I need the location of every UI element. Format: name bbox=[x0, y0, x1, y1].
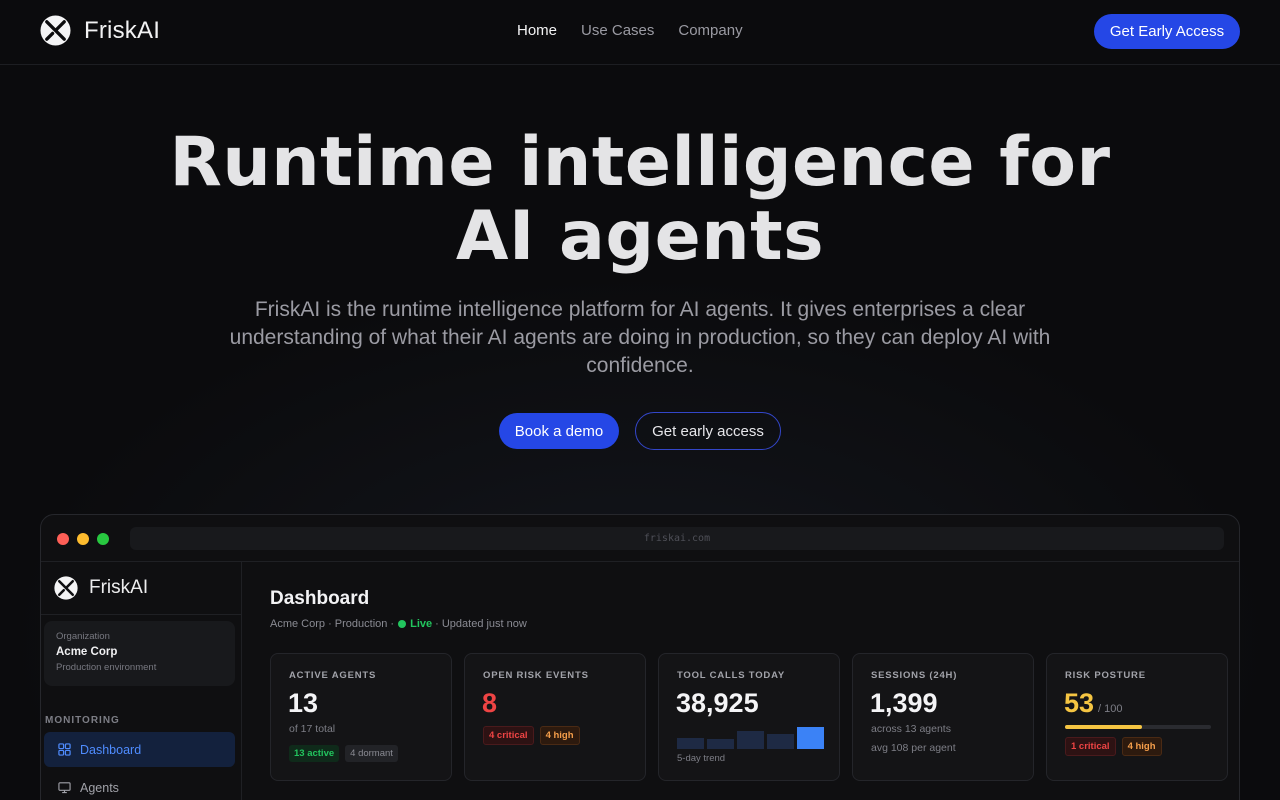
active-badge: 13 active bbox=[289, 745, 340, 762]
url-bar: friskai.com bbox=[130, 527, 1224, 550]
get-early-access-outline-button[interactable]: Get early access bbox=[635, 412, 781, 450]
card-label: OPEN RISK EVENTS bbox=[483, 670, 589, 681]
high-badge: 4 high bbox=[539, 726, 580, 745]
meta-updated: · Updated just now bbox=[435, 618, 527, 630]
card-sub: 5-day trend bbox=[677, 753, 726, 764]
brand-logo-link[interactable]: FriskAI bbox=[40, 15, 160, 46]
monitor-icon bbox=[58, 782, 71, 794]
maximize-window-dot bbox=[97, 533, 109, 545]
org-label: Organization bbox=[56, 631, 110, 642]
sidebar-item-label: Agents bbox=[80, 780, 119, 795]
sidebar-item-label: Dashboard bbox=[80, 742, 142, 757]
risk-posture-fill bbox=[1065, 725, 1143, 729]
card-badges: 4 critical 4 high bbox=[483, 726, 580, 745]
brand-name: FriskAI bbox=[84, 16, 161, 44]
nav-link-company[interactable]: Company bbox=[678, 22, 742, 39]
risk-score-max: / 100 bbox=[1098, 703, 1123, 715]
card-value: 38,925 bbox=[676, 688, 759, 718]
card-risk-posture[interactable]: RISK POSTURE 53/ 100 1 critical 4 high bbox=[1046, 653, 1228, 781]
card-badges: 1 critical 4 high bbox=[1065, 737, 1162, 756]
card-label: TOOL CALLS TODAY bbox=[677, 670, 785, 681]
trend-bar bbox=[737, 731, 764, 749]
card-value: 53/ 100 bbox=[1064, 688, 1123, 719]
top-nav: FriskAI Home Use Cases Company Get Early… bbox=[0, 0, 1280, 65]
trend-bar bbox=[677, 738, 704, 749]
card-sub-secondary: avg 108 per agent bbox=[871, 742, 956, 754]
critical-badge: 4 critical bbox=[483, 726, 534, 745]
trend-sparkbars bbox=[677, 727, 824, 749]
card-label: ACTIVE AGENTS bbox=[289, 670, 377, 681]
live-status-dot bbox=[398, 620, 407, 628]
hero-title-line-1: Runtime intelligence for bbox=[169, 123, 1111, 202]
dashboard-meta: Acme Corp · Production · Live · Updated … bbox=[270, 618, 527, 630]
trend-bar bbox=[767, 734, 794, 749]
close-window-dot bbox=[57, 533, 69, 545]
dashboard-main: Dashboard Acme Corp · Production · Live … bbox=[243, 562, 1239, 800]
card-value: 8 bbox=[482, 688, 498, 718]
card-sessions-24h[interactable]: SESSIONS (24H) 1,399 across 13 agents av… bbox=[852, 653, 1034, 781]
card-sub: of 17 total bbox=[289, 723, 336, 735]
card-badges: 13 active 4 dormant bbox=[289, 745, 398, 762]
card-open-risk-events[interactable]: OPEN RISK EVENTS 8 4 critical 4 high bbox=[464, 653, 646, 781]
org-switcher[interactable]: Organization Acme Corp Production enviro… bbox=[44, 621, 235, 686]
card-value: 13 bbox=[288, 688, 319, 718]
dashboard-title: Dashboard bbox=[270, 588, 370, 609]
card-label: SESSIONS (24H) bbox=[871, 670, 958, 681]
live-status-label: Live bbox=[410, 618, 433, 630]
org-environment: Production environment bbox=[56, 662, 157, 673]
sidebar-section-monitoring: MONITORING bbox=[45, 715, 120, 726]
high-badge: 4 high bbox=[1121, 737, 1162, 756]
minimize-window-dot bbox=[77, 533, 89, 545]
sidebar-item-agents[interactable]: Agents bbox=[44, 770, 235, 800]
card-label: RISK POSTURE bbox=[1065, 670, 1146, 681]
get-early-access-button[interactable]: Get Early Access bbox=[1094, 14, 1240, 49]
card-sub: across 13 agents bbox=[871, 723, 951, 735]
trend-bar bbox=[707, 739, 734, 749]
hero-title-line-2: AI agents bbox=[455, 197, 825, 276]
hero-title: Runtime intelligence for AI agents bbox=[0, 126, 1280, 274]
sidebar-brand: FriskAI bbox=[54, 576, 148, 600]
meta-org-env: Acme Corp · Production · bbox=[270, 618, 395, 630]
friskai-logo-icon bbox=[40, 15, 71, 46]
risk-posture-track bbox=[1065, 725, 1211, 729]
nav-links: Home Use Cases Company bbox=[517, 22, 743, 39]
sidebar-item-dashboard[interactable]: Dashboard bbox=[44, 732, 235, 767]
nav-link-home[interactable]: Home bbox=[517, 22, 557, 39]
grid-icon bbox=[58, 743, 71, 756]
org-name: Acme Corp bbox=[56, 646, 118, 658]
window-titlebar: friskai.com bbox=[41, 515, 1239, 562]
risk-score: 53 bbox=[1064, 688, 1095, 718]
app-preview-window: friskai.com FriskAI Organization Acme Co… bbox=[40, 514, 1240, 800]
trend-bar bbox=[797, 727, 824, 749]
critical-badge: 1 critical bbox=[1065, 737, 1116, 756]
card-value: 1,399 bbox=[870, 688, 938, 718]
friskai-logo-icon bbox=[54, 576, 78, 600]
nav-link-use-cases[interactable]: Use Cases bbox=[581, 22, 654, 39]
dormant-badge: 4 dormant bbox=[345, 745, 398, 762]
app-sidebar: FriskAI Organization Acme Corp Productio… bbox=[41, 562, 242, 800]
hero-subtitle: FriskAI is the runtime intelligence plat… bbox=[229, 298, 1051, 377]
sidebar-divider bbox=[41, 614, 242, 615]
sidebar-brand-name: FriskAI bbox=[89, 577, 149, 598]
card-active-agents[interactable]: ACTIVE AGENTS 13 of 17 total 13 active 4… bbox=[270, 653, 452, 781]
book-demo-button[interactable]: Book a demo bbox=[499, 413, 619, 449]
card-tool-calls-today[interactable]: TOOL CALLS TODAY 38,925 5-day trend bbox=[658, 653, 840, 781]
